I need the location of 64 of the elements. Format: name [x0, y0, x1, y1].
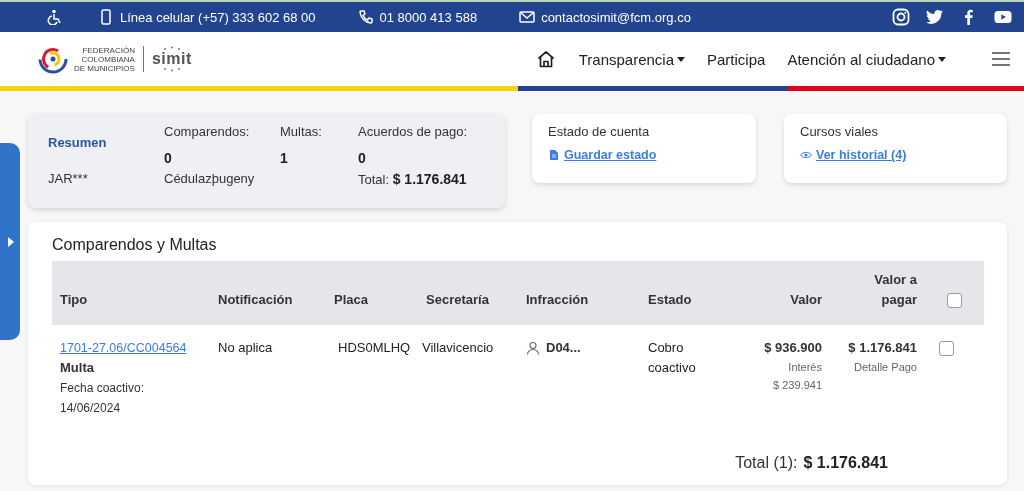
stat-label: Comparendos:	[164, 124, 251, 141]
stat-note: Cédulazþugeny	[164, 170, 256, 188]
select-all-checkbox[interactable]	[947, 293, 962, 308]
card-title: Cursos viales	[800, 124, 880, 139]
fine-type: Multa	[60, 359, 95, 377]
summary-title: Resumen	[48, 135, 108, 150]
card-link[interactable]: Ver historial (4)	[816, 148, 907, 162]
interest-amount: $ 239.941	[773, 378, 822, 393]
person-name: JAR***	[48, 170, 89, 188]
interest-label: Interés	[788, 360, 822, 375]
organization-name: FEDERACIÓN COLOMBIANA DE MUNICIPIOS	[74, 45, 135, 73]
person-icon	[526, 341, 540, 355]
stat-label: Acuerdos de pago:	[358, 124, 468, 141]
amount-to-pay: $ 1.176.841	[848, 339, 917, 357]
card-link[interactable]: Guardar estado	[564, 148, 657, 162]
menu-icon[interactable]	[992, 52, 1010, 66]
document-icon	[548, 149, 560, 161]
column-header: Infracción	[525, 291, 590, 309]
table-cell: Villavicencio	[422, 340, 494, 355]
amount: $ 936.900	[764, 339, 822, 357]
contact-text[interactable]: contactosimit@fcm.org.co	[541, 9, 691, 25]
stat-note: Total: $ 1.176.841	[358, 170, 468, 189]
nav-link[interactable]: Atención al ciudadano	[787, 50, 946, 68]
infraction-code: D04...	[546, 339, 581, 357]
column-header: Valor a pagar	[873, 271, 918, 309]
mail-icon	[519, 9, 536, 25]
caret-icon	[938, 56, 946, 62]
nav-link[interactable]: Participa	[707, 50, 766, 68]
caret-icon	[677, 56, 685, 62]
accessibility-icon[interactable]	[46, 9, 62, 25]
contact-text[interactable]: 01 8000 413 588	[379, 9, 478, 25]
stat-value: 0	[164, 149, 173, 168]
phone-icon	[357, 9, 374, 25]
payment-detail-link[interactable]: Detalle Pago	[854, 358, 917, 376]
column-header: Tipo	[59, 291, 89, 309]
total-label: Total (1):	[735, 454, 798, 472]
stat-value: 1	[280, 149, 289, 168]
column-header: Secretaría	[425, 291, 490, 309]
eye-icon	[800, 149, 812, 161]
fine-number-link[interactable]: 1701-27.06/CC004564	[60, 338, 202, 358]
play-button-icon[interactable]	[994, 8, 1012, 26]
contact-text[interactable]: Línea celular (+57) 333 602 68 00	[120, 9, 316, 25]
column-header: Placa	[333, 291, 369, 309]
mobile-phone-icon	[98, 9, 114, 25]
stat-value: 0	[358, 149, 367, 168]
stat-label: Multas:	[280, 124, 323, 141]
instagram-icon[interactable]	[892, 8, 910, 26]
table-cell: No aplica	[218, 340, 273, 355]
table-cell-text: Cobro coactivo	[648, 339, 697, 377]
column-header: Notificación	[217, 291, 294, 309]
section-title: Comparendos y Multas	[52, 236, 218, 254]
total-amount: $ 1.176.841	[803, 454, 888, 472]
brand-name: simit	[151, 51, 192, 67]
date-label: Fecha coactivo:	[60, 380, 146, 397]
column-header: Estado	[647, 291, 693, 309]
bird-icon[interactable]	[926, 8, 944, 26]
nav-link[interactable]: Transparencia	[578, 50, 685, 68]
column-header: Valor	[789, 291, 823, 309]
date-value: 14/06/2024	[60, 400, 122, 417]
table-cell: HDS0MLHQ	[338, 340, 411, 355]
arrow-right-icon	[8, 236, 14, 247]
card-title: Estado de cuenta	[548, 124, 651, 139]
row-checkbox[interactable]	[939, 341, 954, 356]
home-icon[interactable]	[536, 50, 555, 68]
